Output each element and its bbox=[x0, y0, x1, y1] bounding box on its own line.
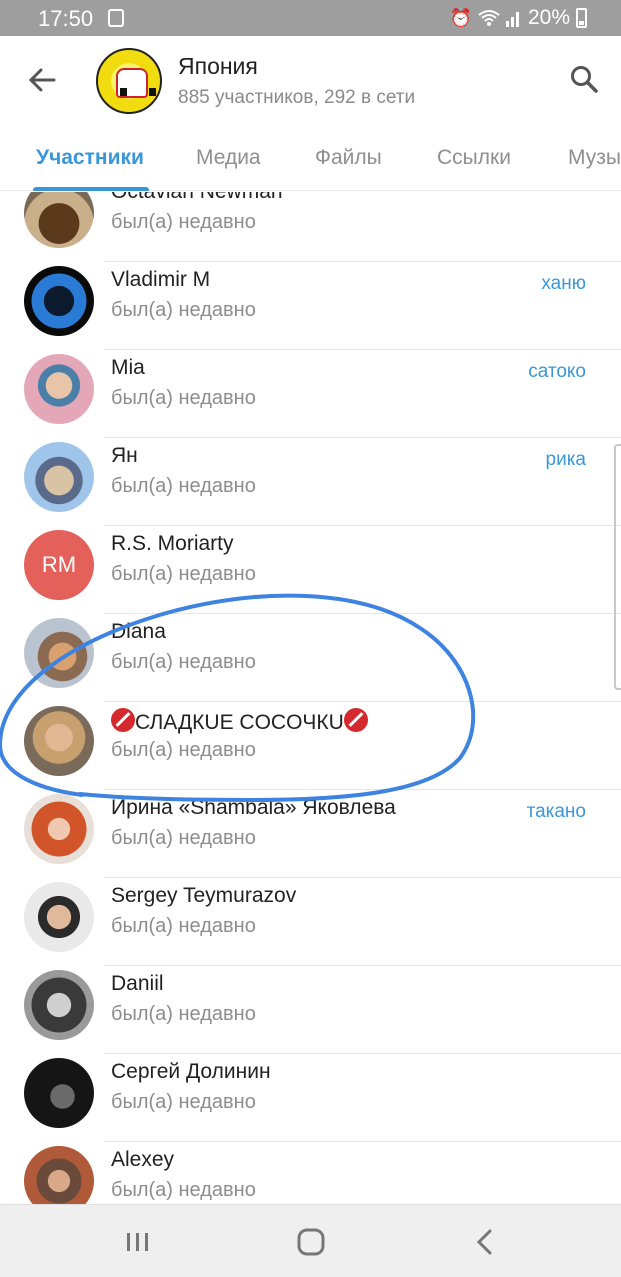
member-name: Octavian Newman bbox=[111, 192, 283, 204]
recent-apps-icon[interactable] bbox=[120, 1225, 156, 1259]
member-status: был(а) недавно bbox=[111, 1179, 256, 1201]
avatar bbox=[24, 192, 94, 248]
avatar bbox=[24, 706, 94, 776]
member-name: Diana bbox=[111, 620, 166, 643]
member-name-text: СЛАДКUE COCOЧКU bbox=[135, 711, 344, 734]
avatar bbox=[24, 1146, 94, 1204]
member-name: R.S. Moriarty bbox=[111, 532, 234, 555]
member-name: Mia bbox=[111, 356, 145, 379]
tab-music[interactable]: Музы bbox=[568, 146, 621, 170]
avatar bbox=[24, 794, 94, 864]
tab-files[interactable]: Файлы bbox=[315, 146, 382, 170]
member-name: СЛАДКUE COCOЧКU bbox=[111, 708, 368, 735]
avatar bbox=[24, 1058, 94, 1128]
alarm-icon: ⏰ bbox=[449, 7, 472, 28]
status-icons: ⏰ 20% bbox=[450, 6, 587, 30]
group-title[interactable]: Япония bbox=[178, 53, 258, 80]
list-item[interactable]: Daniil был(а) недавно bbox=[0, 966, 621, 1054]
battery-percent: 20% bbox=[527, 6, 570, 29]
list-item[interactable]: RM R.S. Moriarty был(а) недавно bbox=[0, 526, 621, 614]
member-tag: сатоко bbox=[528, 361, 586, 382]
arrow-left-icon[interactable] bbox=[24, 62, 60, 98]
list-item[interactable]: Vladimir M был(а) недавно ханю bbox=[0, 262, 621, 350]
chat-header: Япония 885 участников, 292 в сети Участн… bbox=[0, 36, 621, 191]
list-item[interactable]: Diana был(а) недавно bbox=[0, 614, 621, 702]
signal-icon bbox=[505, 12, 519, 27]
tab-members[interactable]: Участники bbox=[36, 146, 144, 170]
member-name: Сергей Долинин bbox=[111, 1060, 271, 1083]
member-status: был(а) недавно bbox=[111, 563, 256, 585]
battery-icon bbox=[576, 8, 587, 28]
avatar bbox=[24, 442, 94, 512]
status-bar: 17:50 ⏰ 20% bbox=[0, 0, 621, 36]
gallery-notification-icon bbox=[108, 9, 124, 27]
active-tab-indicator bbox=[33, 187, 149, 191]
avatar bbox=[24, 266, 94, 336]
avatar bbox=[24, 618, 94, 688]
list-item[interactable]: Ян был(а) недавно рика bbox=[0, 438, 621, 526]
member-status: был(а) недавно bbox=[111, 211, 256, 233]
member-status: был(а) недавно bbox=[111, 915, 256, 937]
member-status: был(а) недавно bbox=[111, 387, 256, 409]
nav-back-icon[interactable] bbox=[467, 1225, 503, 1259]
avatar bbox=[24, 354, 94, 424]
member-name: Ирина «Shambala» Яковлева bbox=[111, 796, 396, 819]
avatar bbox=[24, 882, 94, 952]
member-status: был(а) недавно bbox=[111, 651, 256, 673]
member-status: был(а) недавно bbox=[111, 739, 256, 761]
member-name: Daniil bbox=[111, 972, 164, 995]
member-tag: рика bbox=[545, 449, 586, 470]
tab-media[interactable]: Медиа bbox=[196, 146, 261, 170]
group-avatar[interactable] bbox=[96, 48, 162, 114]
avatar-initials: RM bbox=[24, 530, 94, 600]
member-name: Alexey bbox=[111, 1148, 175, 1171]
wifi-icon bbox=[478, 10, 500, 26]
member-tag: такано bbox=[526, 801, 586, 822]
members-list[interactable]: Octavian Newman был(а) недавно Vladimir … bbox=[0, 192, 621, 1204]
scrollbar[interactable] bbox=[614, 444, 621, 690]
group-subtitle: 885 участников, 292 в сети bbox=[178, 87, 416, 108]
member-tag: ханю bbox=[541, 273, 586, 294]
list-item[interactable]: Sergey Teymurazov был(а) недавно bbox=[0, 878, 621, 966]
list-item[interactable]: Сергей Долинин был(а) недавно bbox=[0, 1054, 621, 1142]
list-item[interactable]: Alexey был(а) недавно bbox=[0, 1142, 621, 1204]
list-item[interactable]: Mia был(а) недавно сатоко bbox=[0, 350, 621, 438]
no-under-18-icon bbox=[111, 708, 135, 732]
member-status: был(а) недавно bbox=[111, 1091, 256, 1113]
list-item[interactable]: СЛАДКUE COCOЧКU был(а) недавно bbox=[0, 702, 621, 790]
member-name: Vladimir M bbox=[111, 268, 211, 291]
search-icon[interactable] bbox=[569, 64, 599, 94]
list-item[interactable]: Ирина «Shambala» Яковлева был(а) недавно… bbox=[0, 790, 621, 878]
system-nav-bar bbox=[0, 1204, 621, 1277]
member-name: Sergey Teymurazov bbox=[111, 884, 297, 907]
member-status: был(а) недавно bbox=[111, 827, 256, 849]
status-time: 17:50 bbox=[38, 6, 94, 31]
no-under-18-icon bbox=[343, 708, 368, 732]
member-status: был(а) недавно bbox=[111, 475, 256, 497]
tab-links[interactable]: Ссылки bbox=[437, 146, 511, 170]
member-name: Ян bbox=[111, 444, 138, 467]
avatar bbox=[24, 970, 94, 1040]
list-item[interactable]: Octavian Newman был(а) недавно bbox=[0, 192, 621, 262]
member-status: был(а) недавно bbox=[111, 299, 256, 321]
member-status: был(а) недавно bbox=[111, 1003, 256, 1025]
home-icon[interactable] bbox=[293, 1225, 329, 1259]
tab-bar: Участники Медиа Файлы Ссылки Музы bbox=[0, 140, 621, 191]
